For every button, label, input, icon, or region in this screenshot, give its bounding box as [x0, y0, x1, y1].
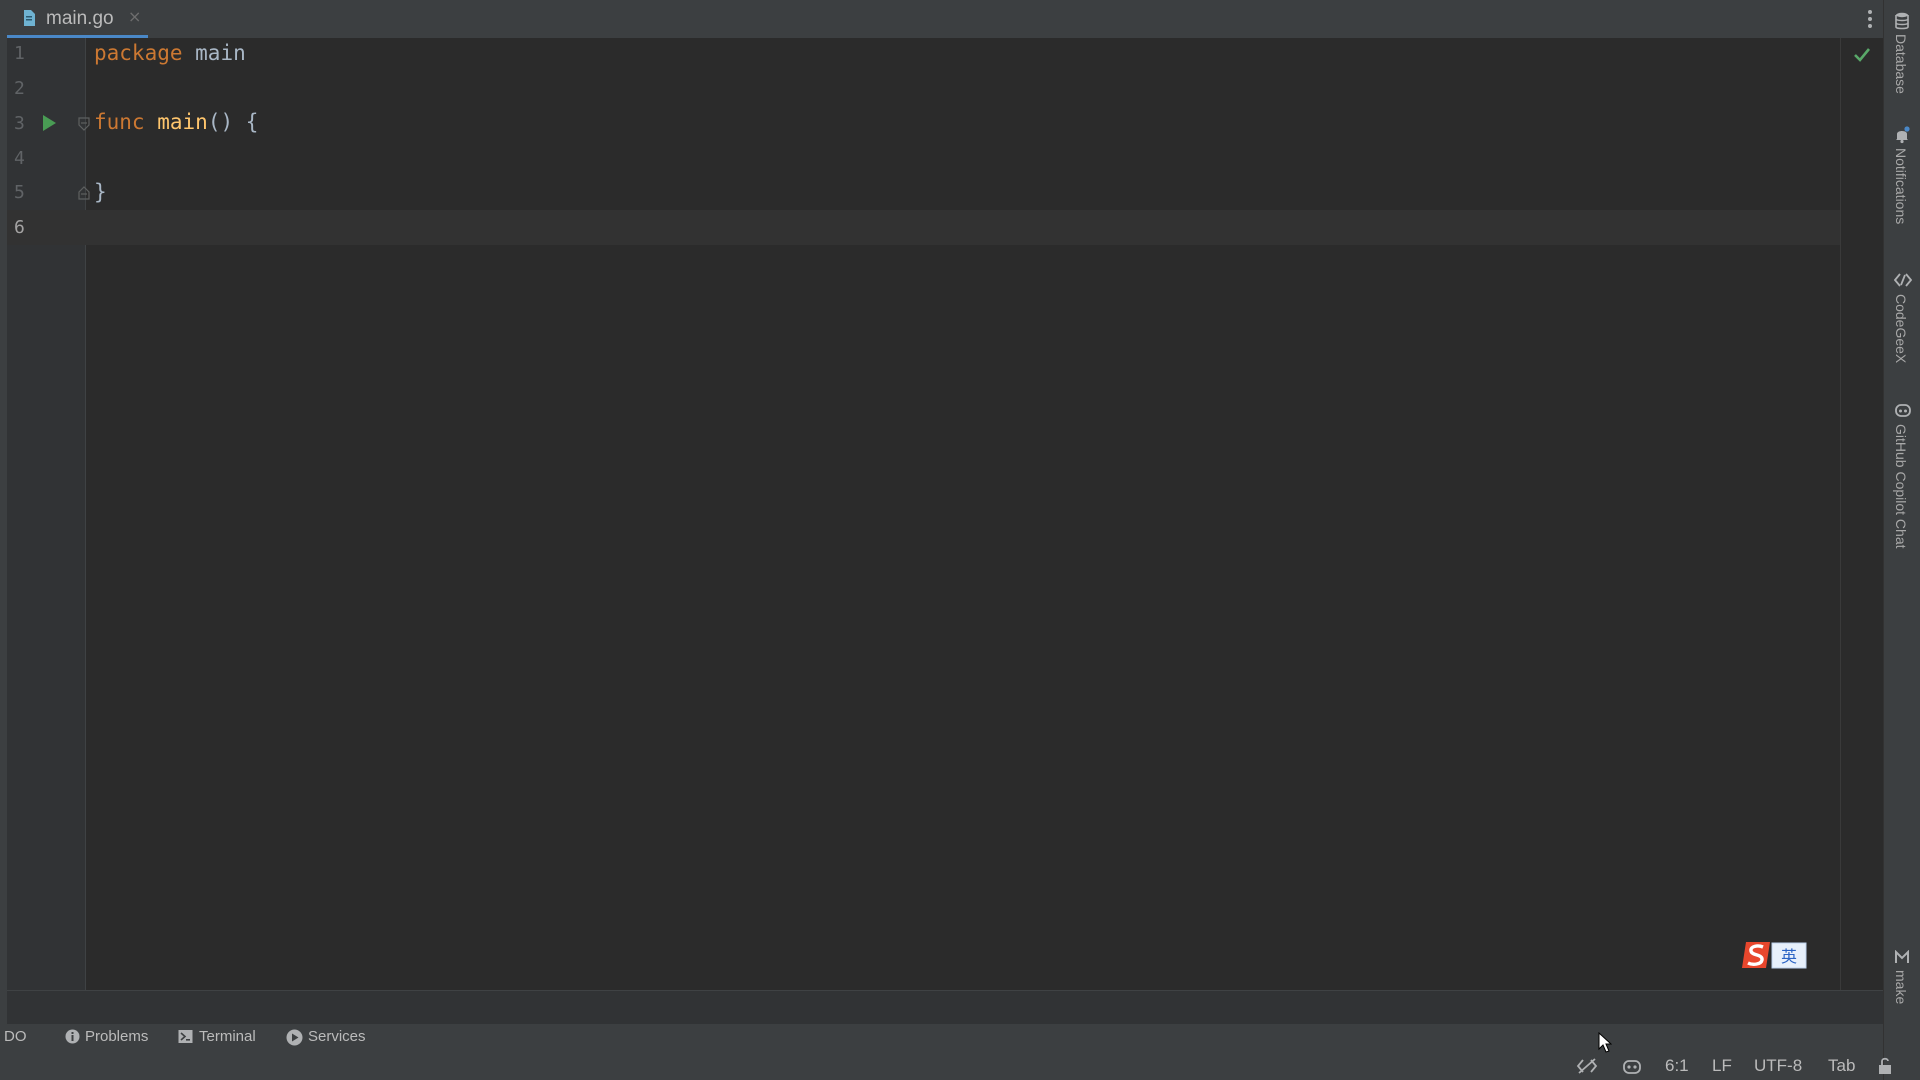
terminal-icon [178, 1030, 193, 1043]
go-file-icon [24, 10, 35, 26]
file-encoding[interactable]: UTF-8 [1754, 1056, 1802, 1076]
fold-icon[interactable] [77, 117, 91, 131]
keyword: package [94, 41, 183, 65]
left-edge [0, 0, 7, 1080]
line-separator[interactable]: LF [1712, 1056, 1732, 1076]
tool-services[interactable]: Services [286, 1026, 376, 1048]
tool-label: Notifications [1893, 148, 1909, 225]
current-line-highlight [7, 210, 1841, 245]
inspection-strip [1841, 38, 1883, 990]
punctuation: () { [207, 110, 259, 134]
line-number: 2 [14, 78, 25, 99]
tab-main-go[interactable]: main.go × [7, 0, 148, 39]
code-line: func main() { [94, 110, 258, 134]
info-icon [65, 1029, 80, 1044]
tool-label: Database [1893, 34, 1909, 94]
ide-window: main.go × 1 2 3 4 5 6 package main func … [0, 0, 1920, 1080]
code-line: } [94, 180, 107, 204]
tool-make[interactable]: make [1884, 950, 1920, 1012]
code-line: package main [94, 41, 246, 65]
keyword: func [94, 110, 145, 134]
tool-label: make [1893, 970, 1909, 1005]
ime-label: 英 [1781, 947, 1797, 966]
services-icon [286, 1029, 303, 1046]
bell-icon [1896, 126, 1910, 144]
right-tool-strip: Database Notifications CodeGeeX GitHub C… [1883, 0, 1920, 1080]
status-bar: 6:1 LF UTF-8 Tab [0, 1050, 1891, 1080]
tool-notifications[interactable]: Notifications [1884, 126, 1920, 244]
line-number: 3 [14, 113, 25, 134]
punctuation: } [94, 180, 107, 204]
tab-label: main.go [46, 8, 114, 29]
tool-terminal[interactable]: Terminal [178, 1026, 268, 1048]
identifier: main [182, 41, 246, 65]
mouse-cursor-icon [1598, 1032, 1612, 1053]
line-number-gutter [7, 38, 85, 990]
run-icon[interactable] [41, 114, 57, 132]
tab-close-icon[interactable]: × [128, 7, 141, 26]
tool-label: CodeGeeX [1893, 294, 1909, 364]
ime-indicator[interactable]: 英 [1742, 938, 1808, 972]
tool-todo[interactable]: DO [4, 1026, 40, 1048]
editor-bottom-divider [7, 990, 1883, 1025]
tool-label: Terminal [199, 1028, 256, 1045]
check-icon[interactable] [1853, 47, 1871, 63]
tool-label: Problems [85, 1028, 149, 1045]
indent-setting[interactable]: Tab [1828, 1056, 1855, 1076]
database-icon [1895, 12, 1909, 30]
line-number: 5 [14, 182, 25, 203]
more-options-icon[interactable] [1863, 7, 1877, 31]
tool-label: GitHub Copilot Chat [1893, 424, 1909, 549]
codegeex-icon [1894, 273, 1912, 287]
tool-database[interactable]: Database [1884, 12, 1920, 102]
line-number: 4 [14, 148, 25, 169]
line-number: 1 [14, 43, 25, 64]
tool-copilot-chat[interactable]: GitHub Copilot Chat [1884, 402, 1920, 570]
fold-end-icon[interactable] [77, 186, 91, 200]
editor-tab-bar: main.go × [7, 0, 1883, 39]
copilot-status-icon[interactable] [1622, 1057, 1642, 1075]
tool-codegeex[interactable]: CodeGeeX [1884, 272, 1920, 372]
unlock-icon[interactable] [1878, 1057, 1892, 1075]
tool-problems[interactable]: Problems [65, 1026, 155, 1048]
function-name: main [157, 110, 208, 134]
make-icon [1895, 950, 1909, 963]
line-number: 6 [14, 217, 25, 238]
caret-position[interactable]: 6:1 [1665, 1056, 1689, 1076]
copilot-icon [1895, 404, 1911, 417]
no-codegeex-icon[interactable] [1576, 1057, 1598, 1075]
code-editor[interactable] [86, 38, 1841, 990]
tool-label: DO [4, 1028, 27, 1045]
tool-label: Services [308, 1028, 366, 1045]
